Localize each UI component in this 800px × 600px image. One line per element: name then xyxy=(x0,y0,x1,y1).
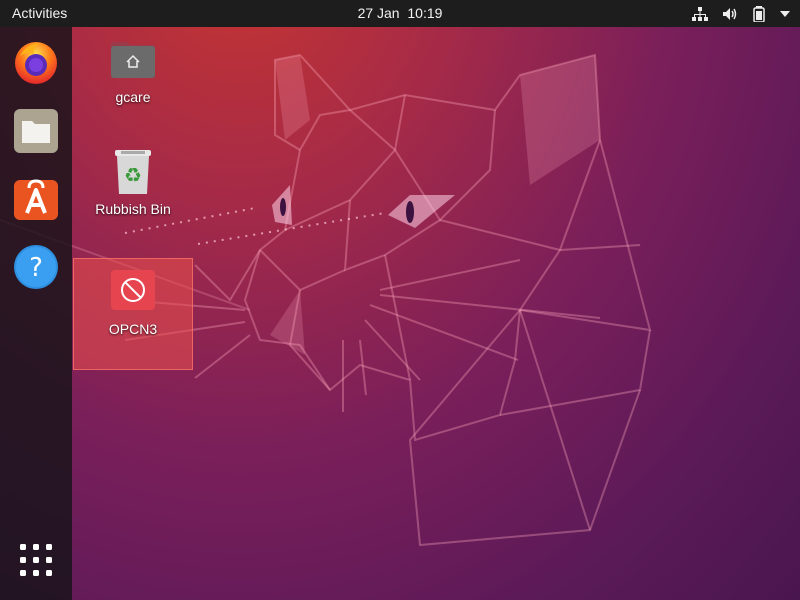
firefox-icon xyxy=(15,42,57,84)
app-grid-icon xyxy=(20,544,52,576)
network-icon[interactable] xyxy=(692,7,708,21)
desktop-icon-label: OPCN3 xyxy=(108,321,158,337)
desktop-icon-rubbish-bin[interactable]: ♻ Rubbish Bin xyxy=(73,148,193,217)
clock-time: 10:19 xyxy=(407,5,443,21)
volume-icon[interactable] xyxy=(722,7,738,21)
dock-item-firefox[interactable] xyxy=(12,38,60,86)
desktop-icon-label: Rubbish Bin xyxy=(95,201,171,217)
clock[interactable]: 27 Jan 10:19 xyxy=(0,5,800,21)
system-menu-arrow-icon[interactable] xyxy=(780,10,790,18)
svg-text:♻: ♻ xyxy=(124,163,142,187)
desktop-icon-label: gcare xyxy=(115,89,151,105)
home-folder-icon xyxy=(111,42,155,78)
desktop-icon-gcare[interactable]: gcare xyxy=(73,36,193,105)
unavailable-icon xyxy=(111,270,155,310)
files-icon xyxy=(14,109,58,153)
battery-icon[interactable] xyxy=(752,6,766,22)
svg-text:?: ? xyxy=(29,253,43,283)
dock: ? xyxy=(0,27,72,600)
dock-item-files[interactable] xyxy=(12,107,60,155)
software-store-icon xyxy=(14,179,58,220)
dock-item-help[interactable]: ? xyxy=(12,243,60,291)
help-icon: ? xyxy=(14,245,58,289)
top-bar: Activities 27 Jan 10:19 xyxy=(0,0,800,27)
trash-icon: ♻ xyxy=(115,150,151,194)
desktop-icon-opcn3[interactable]: OPCN3 xyxy=(73,258,193,370)
desktop-icon-opcn3-inner: OPCN3 xyxy=(73,268,193,337)
dock-item-ubuntu-software[interactable] xyxy=(12,176,60,224)
show-applications-button[interactable] xyxy=(18,542,54,578)
system-tray[interactable] xyxy=(692,5,790,23)
clock-date: 27 Jan xyxy=(357,5,400,21)
